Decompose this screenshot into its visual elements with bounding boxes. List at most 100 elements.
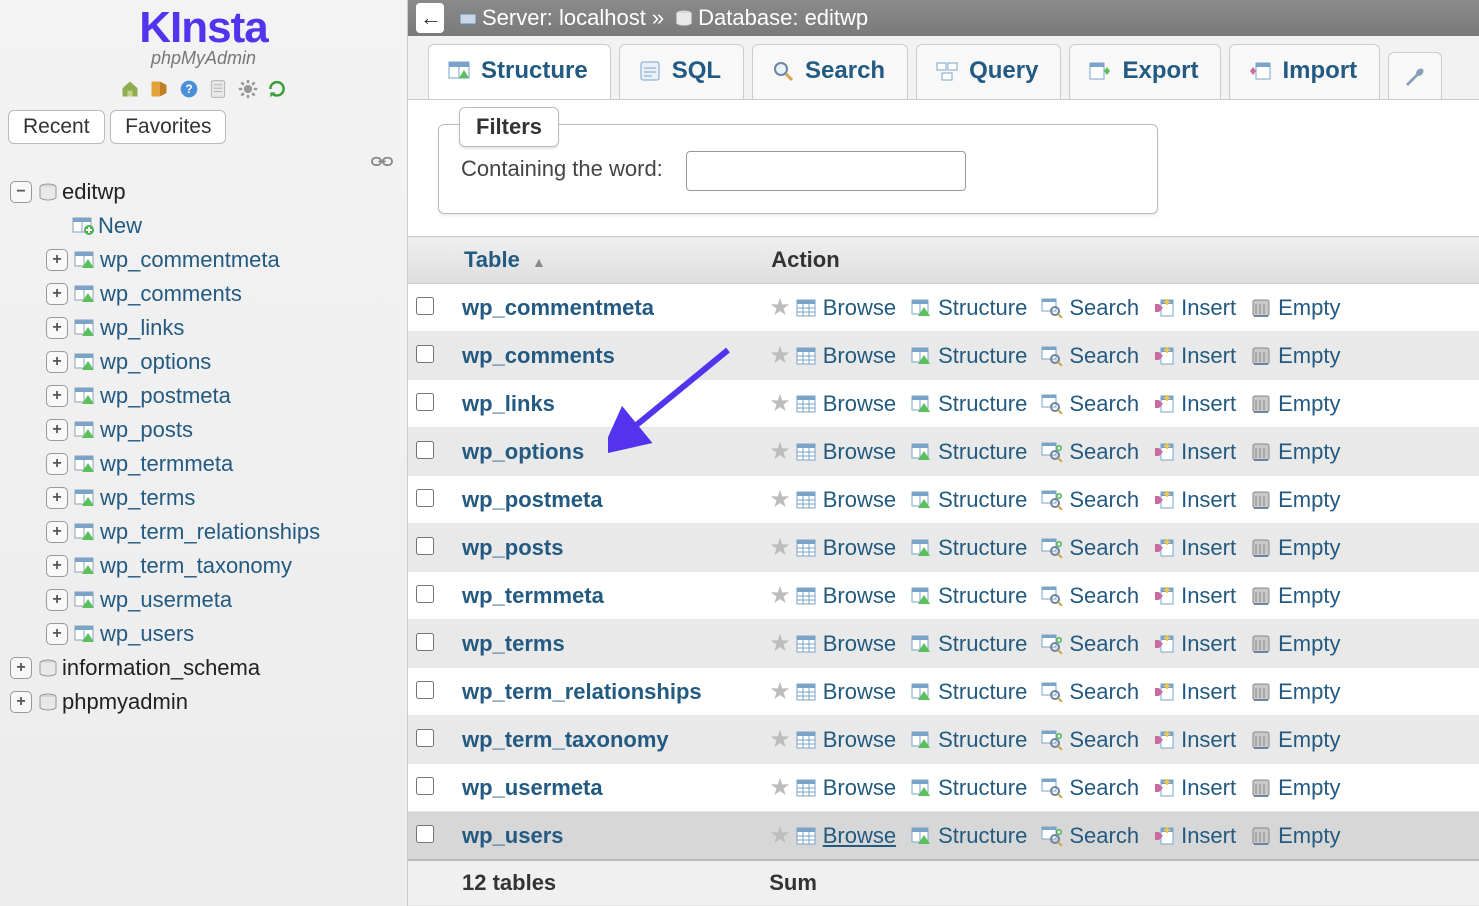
star-icon[interactable]: ★ [769,581,791,610]
structure-action[interactable]: Structure [910,343,1027,369]
expand-icon[interactable]: + [46,521,68,543]
expand-icon[interactable]: + [46,623,68,645]
recent-tab[interactable]: Recent [8,110,105,144]
table-name-link[interactable]: wp_postmeta [462,487,603,512]
row-checkbox[interactable] [416,393,434,411]
structure-action[interactable]: Structure [910,295,1027,321]
tree-table-wp_options[interactable]: +wp_options [10,345,401,379]
insert-action[interactable]: Insert [1153,343,1236,369]
expand-icon[interactable]: + [46,351,68,373]
tree-table-wp_links[interactable]: +wp_links [10,311,401,345]
structure-action[interactable]: Structure [910,631,1027,657]
star-icon[interactable]: ★ [769,533,791,562]
insert-action[interactable]: Insert [1153,679,1236,705]
row-checkbox[interactable] [416,585,434,603]
search-action[interactable]: Search [1041,487,1139,513]
browse-action[interactable]: Browse [795,295,896,321]
tree-table-wp_users[interactable]: +wp_users [10,617,401,651]
breadcrumb-db-link[interactable]: editwp [805,5,869,31]
row-checkbox[interactable] [416,777,434,795]
browse-action[interactable]: Browse [795,631,896,657]
table-name-link[interactable]: wp_comments [462,343,615,368]
insert-action[interactable]: Insert [1153,439,1236,465]
tree-table-wp_terms[interactable]: +wp_terms [10,481,401,515]
empty-action[interactable]: Empty [1250,343,1340,369]
table-name-link[interactable]: wp_commentmeta [462,295,654,320]
table-name-link[interactable]: wp_usermeta [462,775,603,800]
empty-action[interactable]: Empty [1250,823,1340,849]
star-icon[interactable]: ★ [769,821,791,850]
home-icon[interactable] [120,79,140,99]
tree-table-wp_postmeta[interactable]: +wp_postmeta [10,379,401,413]
filters-input[interactable] [686,151,966,191]
browse-action[interactable]: Browse [795,439,896,465]
exit-icon[interactable] [149,79,169,99]
empty-action[interactable]: Empty [1250,631,1340,657]
empty-action[interactable]: Empty [1250,391,1340,417]
star-icon[interactable]: ★ [769,485,791,514]
row-checkbox[interactable] [416,825,434,843]
tab-import[interactable]: Import [1229,44,1380,99]
tree-db-information_schema[interactable]: +information_schema [10,651,401,685]
favorites-tab[interactable]: Favorites [110,110,226,144]
tree-table-wp_term_taxonomy[interactable]: +wp_term_taxonomy [10,549,401,583]
row-checkbox[interactable] [416,633,434,651]
star-icon[interactable]: ★ [769,629,791,658]
structure-action[interactable]: Structure [910,727,1027,753]
expand-icon[interactable]: + [46,419,68,441]
search-action[interactable]: Search [1041,727,1139,753]
browse-action[interactable]: Browse [795,583,896,609]
star-icon[interactable]: ★ [769,773,791,802]
table-name-link[interactable]: wp_termmeta [462,583,604,608]
search-action[interactable]: Search [1041,631,1139,657]
insert-action[interactable]: Insert [1153,583,1236,609]
search-action[interactable]: Search [1041,439,1139,465]
insert-action[interactable]: Insert [1153,727,1236,753]
table-name-link[interactable]: wp_options [462,439,584,464]
tab-sql[interactable]: SQL [619,44,744,99]
structure-action[interactable]: Structure [910,823,1027,849]
row-checkbox[interactable] [416,681,434,699]
gear-icon[interactable] [238,79,258,99]
search-action[interactable]: Search [1041,535,1139,561]
browse-action[interactable]: Browse [795,391,896,417]
browse-action[interactable]: Browse [795,343,896,369]
table-name-link[interactable]: wp_users [462,823,564,848]
tree-table-wp_termmeta[interactable]: +wp_termmeta [10,447,401,481]
empty-action[interactable]: Empty [1250,727,1340,753]
tree-table-wp_posts[interactable]: +wp_posts [10,413,401,447]
structure-action[interactable]: Structure [910,679,1027,705]
expand-icon[interactable]: + [46,589,68,611]
search-action[interactable]: Search [1041,823,1139,849]
tab-search[interactable]: Search [752,44,908,99]
search-action[interactable]: Search [1041,583,1139,609]
star-icon[interactable]: ★ [769,725,791,754]
structure-action[interactable]: Structure [910,775,1027,801]
tree-table-wp_comments[interactable]: +wp_comments [10,277,401,311]
tab-more[interactable] [1388,52,1442,99]
search-action[interactable]: Search [1041,295,1139,321]
empty-action[interactable]: Empty [1250,535,1340,561]
tree-table-wp_usermeta[interactable]: +wp_usermeta [10,583,401,617]
expand-icon[interactable]: + [46,487,68,509]
browse-action[interactable]: Browse [795,535,896,561]
structure-action[interactable]: Structure [910,439,1027,465]
expand-icon[interactable]: + [46,453,68,475]
browse-action[interactable]: Browse [795,679,896,705]
help-icon[interactable]: ? [179,79,199,99]
expand-icon[interactable]: + [46,555,68,577]
insert-action[interactable]: Insert [1153,823,1236,849]
back-button[interactable]: ← [416,3,444,33]
insert-action[interactable]: Insert [1153,535,1236,561]
tree-table-wp_term_relationships[interactable]: +wp_term_relationships [10,515,401,549]
expand-icon[interactable]: + [46,283,68,305]
browse-action[interactable]: Browse [795,487,896,513]
tree-db-editwp[interactable]: − editwp [10,175,401,209]
table-name-link[interactable]: wp_term_taxonomy [462,727,669,752]
row-checkbox[interactable] [416,441,434,459]
structure-action[interactable]: Structure [910,391,1027,417]
row-checkbox[interactable] [416,297,434,315]
empty-action[interactable]: Empty [1250,583,1340,609]
reload-icon[interactable] [267,79,287,99]
row-checkbox[interactable] [416,345,434,363]
